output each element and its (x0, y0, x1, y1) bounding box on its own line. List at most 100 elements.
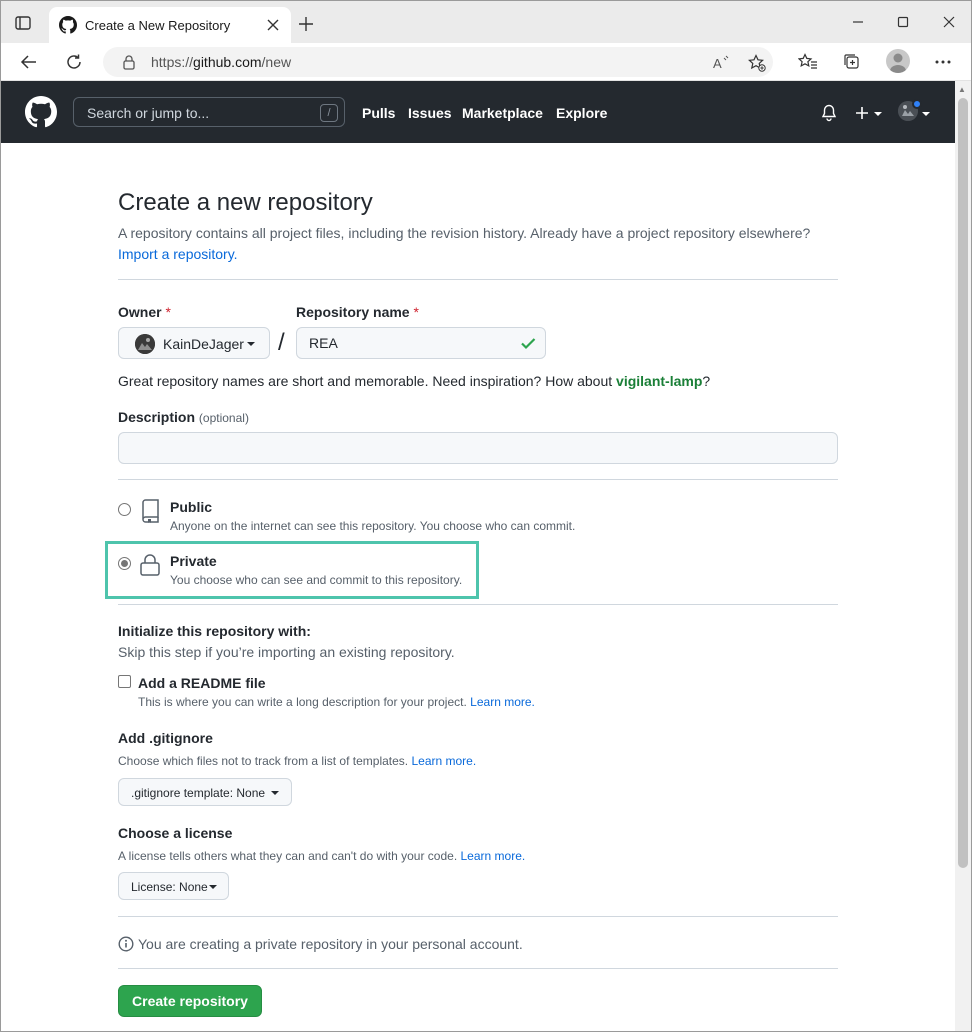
owner-repo-separator: / (278, 329, 285, 356)
private-info-text: You are creating a private repository in… (138, 936, 523, 952)
scrollbar-thumb[interactable] (958, 98, 968, 868)
url-field[interactable]: https://github.com/new A (103, 47, 773, 77)
page-title: Create a new repository (118, 189, 373, 216)
description-label-text: Description (118, 409, 196, 425)
new-tab-icon[interactable] (295, 13, 317, 35)
browser-profile-avatar[interactable] (886, 49, 910, 73)
url-host: github.com (193, 54, 262, 70)
close-tab-icon[interactable] (263, 15, 283, 35)
gitignore-template-dropdown[interactable]: .gitignore template: None (118, 778, 292, 806)
public-option-desc: Anyone on the internet can see this repo… (170, 519, 576, 533)
browser-address-bar: https://github.com/new A (1, 43, 971, 81)
gitignore-title: Add .gitignore (118, 730, 213, 746)
repo-name-label-text: Repository name (296, 304, 410, 320)
required-mark: * (165, 304, 171, 320)
owner-avatar (135, 334, 155, 354)
github-favicon-icon (59, 16, 77, 34)
tab-actions-icon[interactable] (13, 13, 33, 33)
private-option-desc: You choose who can see and commit to thi… (170, 573, 463, 587)
license-caret-icon (209, 885, 217, 889)
back-arrow-icon[interactable] (17, 50, 41, 74)
browser-tab-bar: Create a New Repository (1, 1, 971, 43)
url-text[interactable]: https://github.com/new (151, 54, 291, 70)
readme-desc-text: This is where you can write a long descr… (138, 695, 467, 709)
notifications-bell-icon[interactable] (821, 103, 837, 123)
hint-prefix: Great repository names are short and mem… (118, 373, 617, 389)
private-option-title[interactable]: Private (170, 553, 217, 569)
description-input[interactable] (118, 432, 838, 464)
repo-name-hint: Great repository names are short and mem… (118, 373, 710, 389)
public-option-title[interactable]: Public (170, 499, 212, 515)
private-option-highlight (105, 541, 479, 599)
gitignore-desc-text: Choose which files not to track from a l… (118, 754, 409, 768)
hint-suffix: ? (702, 373, 711, 389)
read-aloud-icon[interactable]: A (710, 52, 732, 74)
license-learn-more-link[interactable]: Learn more. (461, 849, 526, 863)
scroll-up-arrow-icon[interactable]: ▲ (958, 85, 966, 94)
maximize-window-icon[interactable] (891, 11, 915, 33)
owner-dropdown[interactable]: KainDeJager (118, 327, 270, 359)
readme-desc: This is where you can write a long descr… (138, 695, 535, 709)
divider (118, 604, 838, 605)
gitignore-template-value: .gitignore template: None (131, 786, 266, 800)
url-prefix: https:// (151, 54, 194, 70)
name-suggestion-link[interactable]: vigilant-lamp (616, 373, 702, 389)
gitignore-caret-icon (271, 791, 279, 795)
license-dropdown[interactable]: License: None (118, 872, 229, 900)
create-new-plus-icon[interactable] (854, 103, 870, 123)
svg-text:A: A (713, 56, 722, 71)
github-header: Search or jump to... / Pulls Issues Mark… (1, 81, 955, 143)
nav-pulls[interactable]: Pulls (362, 105, 395, 121)
check-icon (520, 335, 536, 351)
gitignore-desc: Choose which files not to track from a l… (118, 754, 476, 768)
page-subtitle-text: A repository contains all project files,… (118, 225, 811, 241)
browser-tab-active[interactable]: Create a New Repository (49, 7, 291, 43)
readme-label[interactable]: Add a README file (138, 675, 266, 691)
add-favorite-icon[interactable] (746, 52, 768, 74)
gitignore-learn-more-link[interactable]: Learn more. (411, 754, 476, 768)
user-menu-caret-icon[interactable] (922, 112, 930, 116)
license-desc: A license tells others what they can and… (118, 849, 525, 863)
required-mark: * (413, 304, 419, 320)
owner-name: KainDeJager (163, 336, 244, 352)
lock-icon (139, 553, 161, 577)
info-icon (118, 936, 134, 952)
favorites-icon[interactable] (796, 50, 820, 74)
nav-marketplace[interactable]: Marketplace (462, 105, 543, 121)
readme-checkbox[interactable] (118, 675, 131, 688)
nav-issues[interactable]: Issues (408, 105, 452, 121)
divider (118, 479, 838, 480)
github-search-input[interactable]: Search or jump to... / (73, 97, 345, 127)
init-section-subtitle: Skip this step if you’re importing an ex… (118, 644, 455, 660)
collections-icon[interactable] (840, 50, 864, 74)
license-desc-text: A license tells others what they can and… (118, 849, 458, 863)
owner-label: Owner * (118, 304, 171, 320)
repository-name-input[interactable] (296, 327, 546, 359)
public-radio[interactable] (118, 503, 131, 516)
owner-caret-icon (247, 342, 255, 346)
description-label: Description (optional) (118, 409, 249, 425)
owner-label-text: Owner (118, 304, 162, 320)
create-repository-button[interactable]: Create repository (118, 985, 262, 1017)
nav-explore[interactable]: Explore (556, 105, 607, 121)
refresh-icon[interactable] (62, 50, 86, 74)
lock-icon[interactable] (121, 54, 137, 70)
close-window-icon[interactable] (937, 11, 961, 33)
repo-book-icon (139, 499, 161, 523)
divider (118, 916, 838, 917)
readme-learn-more-link[interactable]: Learn more. (470, 695, 535, 709)
license-value: License: None (131, 880, 208, 894)
more-options-icon[interactable] (931, 50, 955, 74)
minimize-window-icon[interactable] (846, 11, 870, 33)
private-radio[interactable] (118, 557, 131, 570)
notification-dot (912, 99, 922, 109)
github-logo-icon[interactable] (25, 96, 57, 128)
search-placeholder: Search or jump to... (87, 105, 210, 121)
tab-title: Create a New Repository (85, 18, 231, 33)
search-shortcut-key: / (320, 104, 338, 122)
create-new-caret-icon[interactable] (874, 112, 882, 116)
import-repository-link[interactable]: Import a repository. (118, 246, 238, 262)
page-subtitle: A repository contains all project files,… (118, 223, 838, 265)
optional-label: (optional) (198, 411, 249, 425)
repo-name-label: Repository name * (296, 304, 419, 320)
